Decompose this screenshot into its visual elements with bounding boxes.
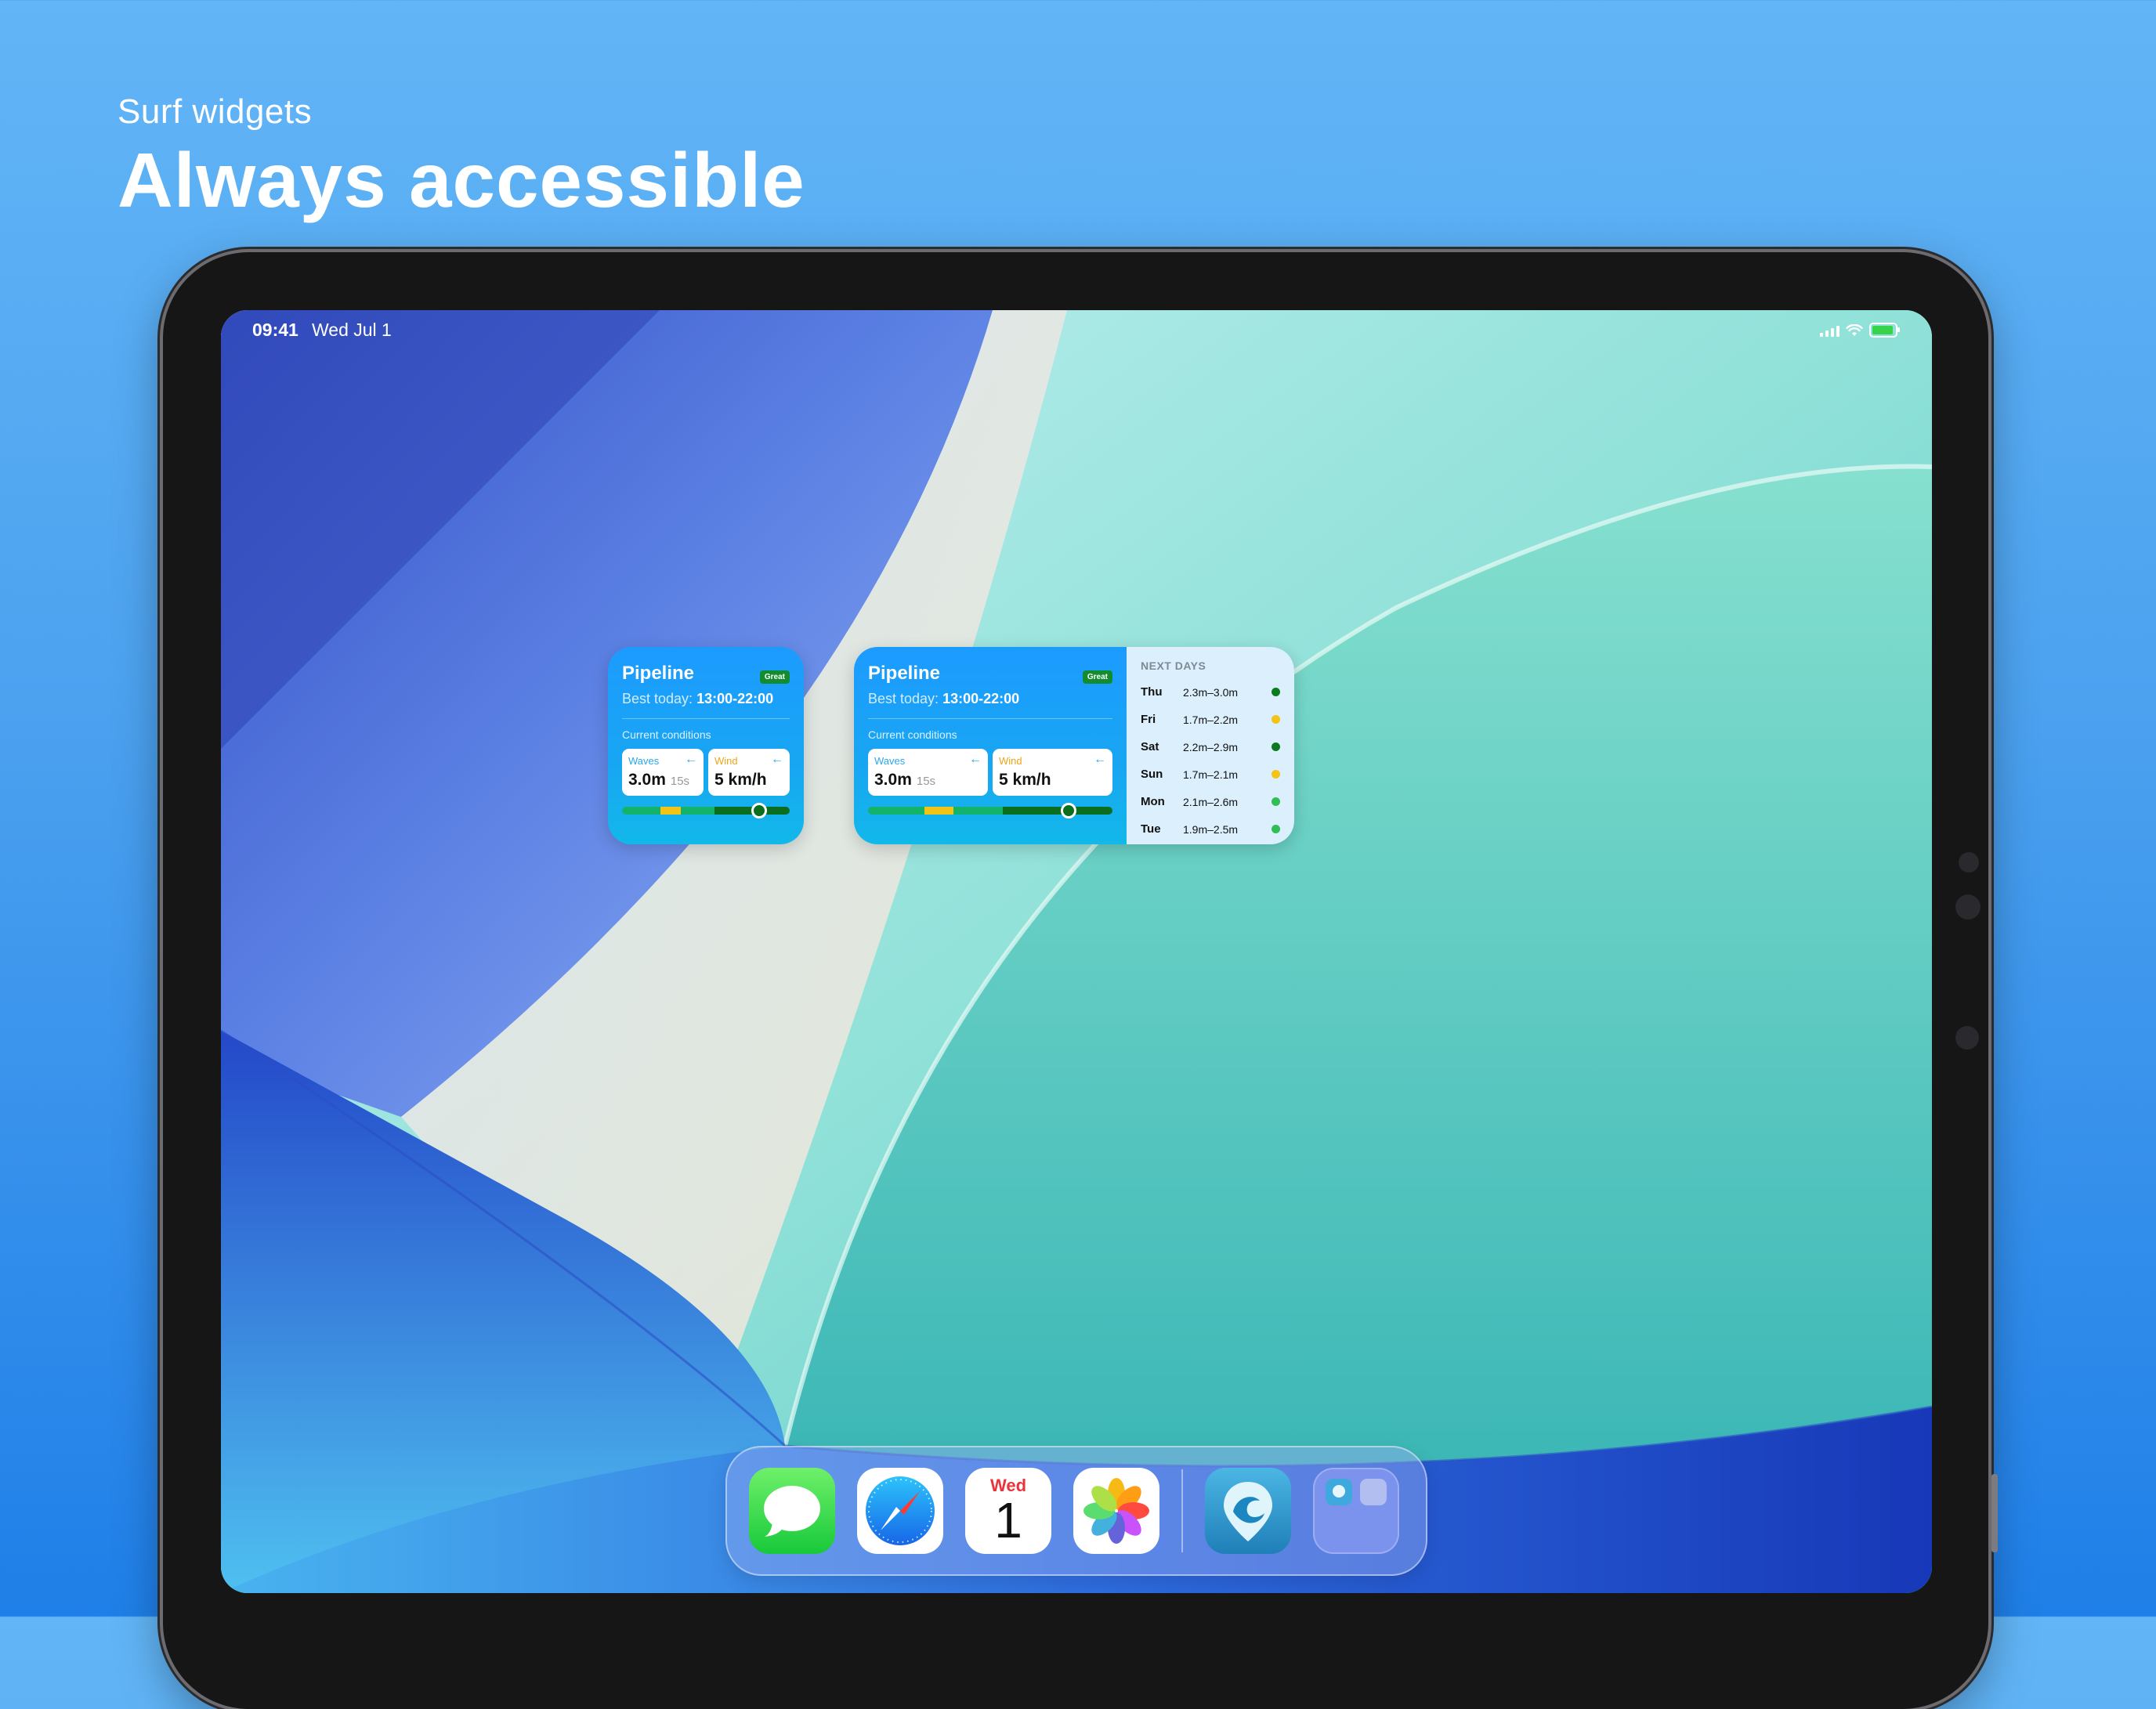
- safari-app[interactable]: [857, 1468, 943, 1554]
- home-screen: 09:41 Wed Jul 1 Pipeline Great Best toda…: [221, 310, 1932, 1593]
- wind-card: Wind ← 5 km/h: [708, 749, 790, 796]
- status-time: 09:41: [252, 320, 298, 340]
- next-day-row: Tue 1.9m–2.5m: [1141, 815, 1280, 843]
- wifi-icon: [1846, 323, 1863, 336]
- app-folder[interactable]: [1313, 1468, 1399, 1554]
- rating-dot-icon: [1272, 688, 1280, 696]
- status-date: Wed Jul 1: [312, 320, 392, 340]
- rating-badge: Great: [759, 670, 790, 684]
- next-day-name: Tue: [1141, 822, 1161, 836]
- next-day-range: 2.1m–2.6m: [1183, 795, 1239, 808]
- waves-card: Waves ← 3.0m 15s: [622, 749, 704, 796]
- next-day-name: Fri: [1141, 713, 1156, 726]
- photos-flower-icon: [1083, 1478, 1149, 1544]
- direction-arrow-icon: ←: [771, 753, 783, 766]
- wind-value: 5 km/h: [714, 771, 767, 789]
- ipad-frame: 09:41 Wed Jul 1 Pipeline Great Best toda…: [163, 252, 1998, 1709]
- next-day-name: Sat: [1141, 740, 1159, 753]
- next-day-row: Sun 1.7m–2.1m: [1141, 761, 1280, 788]
- next-day-range: 2.3m–3.0m: [1183, 685, 1239, 699]
- timeline-now-marker: [751, 803, 768, 818]
- best-time: Best today: 13:00-22:00: [868, 691, 1020, 706]
- spot-name: Pipeline: [868, 663, 941, 684]
- camera-flash: [1955, 1026, 1979, 1050]
- surf-wave-pin-icon: [1205, 1468, 1291, 1554]
- rating-dot-icon: [1272, 742, 1280, 751]
- timeline-now-marker: [1060, 803, 1076, 818]
- messages-app[interactable]: [749, 1468, 835, 1554]
- calendar-day: 1: [994, 1492, 1022, 1548]
- rating-dot-icon: [1272, 715, 1280, 724]
- conditions-timeline: [868, 803, 1112, 818]
- surf-widget-small[interactable]: Pipeline Great Best today: 13:00-22:00 C…: [608, 647, 804, 844]
- next-day-row: Fri 1.7m–2.2m: [1141, 706, 1280, 733]
- conditions-label: Current conditions: [868, 728, 957, 741]
- rating-dot-icon: [1272, 770, 1280, 779]
- wind-card: Wind ← 5 km/h: [993, 749, 1112, 796]
- waves-label: Waves: [628, 755, 660, 767]
- direction-arrow-icon: ←: [685, 753, 697, 766]
- next-day-name: Thu: [1141, 685, 1163, 699]
- hero-subtitle: Surf widgets: [118, 92, 313, 131]
- conditions-timeline: [622, 803, 790, 818]
- hero-header: Surf widgets Always accessible: [118, 92, 805, 225]
- side-button: [1991, 1474, 1998, 1552]
- waves-value: 3.0m 15s: [874, 771, 936, 789]
- next-days-list: Thu 2.3m–3.0m Fri 1.7m–2.2m Sat 2.2m–2.9m Sun 1…: [1141, 678, 1280, 843]
- calendar-app[interactable]: Wed 1: [965, 1468, 1051, 1554]
- hero-title: Always accessible: [118, 137, 805, 223]
- surf-app[interactable]: [1205, 1468, 1291, 1554]
- wind-label: Wind: [714, 755, 738, 767]
- next-days-panel: NEXT DAYS Thu 2.3m–3.0m Fri 1.7m–2.2m Sat 2.2…: [1127, 647, 1294, 844]
- next-day-row: Mon 2.1m–2.6m: [1141, 788, 1280, 815]
- next-days-title: NEXT DAYS: [1141, 659, 1206, 672]
- next-day-name: Sun: [1141, 768, 1163, 781]
- messages-icon: [749, 1468, 835, 1554]
- divider: [622, 718, 790, 719]
- dock-separator: [1181, 1469, 1183, 1552]
- next-day-range: 1.7m–2.2m: [1183, 713, 1239, 726]
- camera-lens: [1955, 894, 1981, 920]
- next-day-row: Sat 2.2m–2.9m: [1141, 733, 1280, 761]
- battery-icon: [1869, 323, 1900, 338]
- waves-value: 3.0m 15s: [628, 771, 690, 789]
- wind-label: Wind: [999, 755, 1022, 767]
- safari-compass-icon: [857, 1468, 943, 1554]
- folder-preview-icon: [1326, 1479, 1387, 1505]
- next-day-range: 2.2m–2.9m: [1183, 740, 1239, 753]
- wallpaper: [221, 310, 1932, 1593]
- divider: [868, 718, 1112, 719]
- best-time: Best today: 13:00-22:00: [622, 691, 774, 706]
- cellular-signal-icon: [1820, 324, 1839, 337]
- next-day-row: Thu 2.3m–3.0m: [1141, 678, 1280, 706]
- next-day-name: Mon: [1141, 795, 1165, 808]
- waves-card: Waves ← 3.0m 15s: [868, 749, 988, 796]
- status-icons: [1820, 323, 1900, 338]
- rating-badge: Great: [1082, 670, 1112, 684]
- next-day-range: 1.9m–2.5m: [1183, 822, 1239, 836]
- dock: Wed 1: [725, 1446, 1427, 1576]
- next-day-range: 1.7m–2.1m: [1183, 768, 1239, 781]
- waves-label: Waves: [874, 755, 906, 767]
- photos-app[interactable]: [1073, 1468, 1159, 1554]
- status-bar: 09:41 Wed Jul 1: [221, 310, 1932, 357]
- rating-dot-icon: [1272, 797, 1280, 806]
- surf-widget-medium[interactable]: Pipeline Great Best today: 13:00-22:00 C…: [854, 647, 1294, 844]
- conditions-label: Current conditions: [622, 728, 711, 741]
- wind-value: 5 km/h: [999, 771, 1051, 789]
- rating-dot-icon: [1272, 825, 1280, 833]
- direction-arrow-icon: ←: [1094, 753, 1106, 766]
- camera-lens: [1959, 852, 1979, 873]
- direction-arrow-icon: ←: [969, 753, 982, 766]
